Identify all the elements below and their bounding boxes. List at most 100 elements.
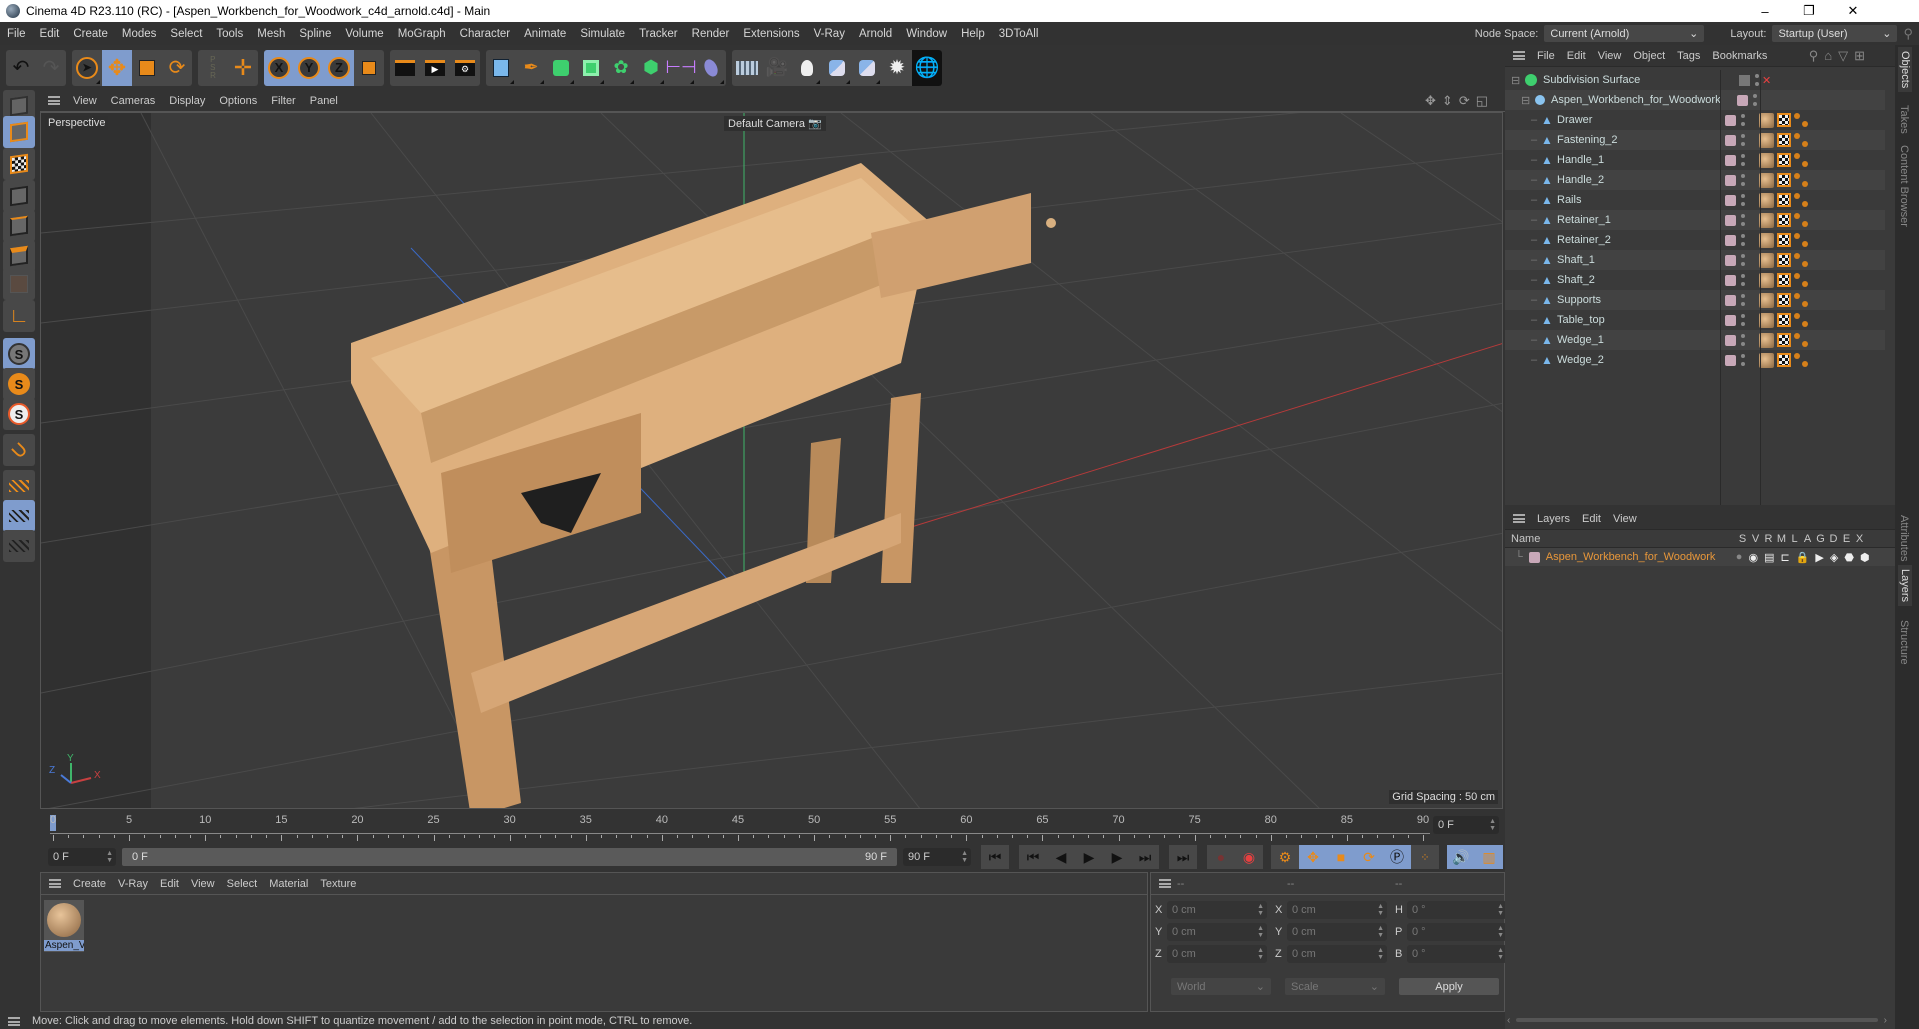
record-keys-icon[interactable]: ●: [1207, 845, 1235, 869]
visibility-dots-icon[interactable]: [1741, 154, 1745, 166]
material-tag-icon[interactable]: [1759, 212, 1774, 228]
menu-tracker[interactable]: Tracker: [632, 28, 685, 40]
uvw-tag-icon[interactable]: [1777, 213, 1791, 227]
orbit-icon[interactable]: ⟳: [1459, 93, 1470, 109]
spinner-icon[interactable]: ▲ ▼: [1497, 947, 1504, 961]
render-picture-viewer-icon[interactable]: ▶: [420, 50, 450, 86]
material-tag-icon[interactable]: [1759, 112, 1774, 128]
menu-extensions[interactable]: Extensions: [736, 28, 806, 40]
layer-row[interactable]: └ Aspen_Workbench_for_Woodwork ● ◉ ▤ ⊏ 🔒…: [1505, 548, 1895, 566]
material-tag-icon[interactable]: [1759, 312, 1774, 328]
python-alt-icon[interactable]: [852, 50, 882, 86]
tab-attributes[interactable]: Attributes: [1898, 515, 1910, 561]
uvw-tag-icon[interactable]: [1777, 153, 1791, 167]
tab-content-browser[interactable]: Content Browser: [1898, 145, 1910, 227]
layer-column-e[interactable]: E: [1840, 533, 1853, 545]
maximize-view-icon[interactable]: ◱: [1476, 93, 1488, 109]
texture-tag-icon[interactable]: [1794, 353, 1808, 367]
subdivision-icon[interactable]: [546, 50, 576, 86]
layer-menu-view[interactable]: View: [1607, 513, 1643, 525]
texture-tag-icon[interactable]: [1794, 193, 1808, 207]
spinner-icon[interactable]: ▲ ▼: [1377, 947, 1384, 961]
locked-workplane-icon[interactable]: [3, 500, 35, 532]
visibility-dots-icon[interactable]: [1741, 294, 1745, 306]
apply-button[interactable]: Apply: [1399, 978, 1499, 995]
visibility-dots-icon[interactable]: [1741, 314, 1745, 326]
visibility-dots-icon[interactable]: [1741, 354, 1745, 366]
camera-icon[interactable]: 🎥: [762, 50, 792, 86]
world-axis-icon[interactable]: ✛: [228, 50, 258, 86]
visibility-dots-icon[interactable]: [1741, 274, 1745, 286]
object-row-group[interactable]: ⊟ Aspen_Workbench_for_Woodwork: [1505, 90, 1885, 110]
layer-color-swatch[interactable]: [1725, 354, 1736, 366]
menu-create[interactable]: Create: [66, 28, 115, 40]
coord-type-dropdown[interactable]: Scale ⌄: [1285, 978, 1385, 995]
position-field[interactable]: 0 cm ▲ ▼: [1167, 923, 1267, 941]
viewport-menu-view[interactable]: View: [66, 95, 104, 107]
animation-play-icon[interactable]: ▶: [1815, 551, 1823, 564]
object-row-root[interactable]: ⊟ Subdivision Surface ✕: [1505, 70, 1885, 90]
lock-icon[interactable]: 🔒: [1796, 551, 1810, 564]
material-tag-icon[interactable]: [1759, 152, 1774, 168]
texture-tag-icon[interactable]: [1794, 153, 1808, 167]
position-field[interactable]: 0 cm ▲ ▼: [1167, 901, 1267, 919]
menu-animate[interactable]: Animate: [517, 28, 573, 40]
layer-color-swatch[interactable]: [1737, 94, 1748, 106]
visibility-dots-icon[interactable]: [1741, 214, 1745, 226]
layer-menu-layers[interactable]: Layers: [1531, 513, 1576, 525]
render-view-icon[interactable]: [390, 50, 420, 86]
lock-y-icon[interactable]: Y: [294, 49, 324, 86]
layer-column-x[interactable]: X: [1853, 533, 1866, 545]
film-icon[interactable]: ▥: [1475, 845, 1503, 869]
timeline-ruler[interactable]: 0 5 10 15 20 25 30 35 40 45 50 55 60 65 70 75 80 85 90 0 F…: [40, 810, 1505, 845]
object-menu-object[interactable]: Object: [1627, 50, 1671, 62]
light-icon[interactable]: [792, 50, 822, 86]
object-menu-tags[interactable]: Tags: [1671, 50, 1706, 62]
extrude-icon[interactable]: [576, 50, 606, 86]
spinner-icon[interactable]: ▲ ▼: [1257, 903, 1264, 917]
viewport-menu-panel[interactable]: Panel: [303, 95, 345, 107]
snap-settings-icon[interactable]: S: [3, 368, 35, 400]
coord-mode-dropdown[interactable]: World ⌄: [1171, 978, 1271, 995]
viewport-menu-options[interactable]: Options: [212, 95, 264, 107]
generators-icon[interactable]: ◈: [1830, 551, 1838, 564]
previous-key-icon[interactable]: ⏮: [1019, 845, 1047, 869]
object-row[interactable]: – ▲ Handle_2: [1505, 170, 1885, 190]
menu-v-ray[interactable]: V-Ray: [807, 28, 852, 40]
go-to-end-icon[interactable]: ⏭: [1169, 845, 1197, 869]
object-row[interactable]: – ▲ Rails: [1505, 190, 1885, 210]
uvw-tag-icon[interactable]: [1777, 353, 1791, 367]
editor-toggle-icon[interactable]: [1739, 74, 1750, 86]
hamburger-icon[interactable]: [49, 879, 61, 888]
texture-tag-icon[interactable]: [1794, 313, 1808, 327]
menu-edit[interactable]: Edit: [33, 28, 67, 40]
tab-layers[interactable]: Layers: [1898, 565, 1912, 607]
size-field[interactable]: 0 cm ▲ ▼: [1287, 923, 1387, 941]
menu-volume[interactable]: Volume: [338, 28, 390, 40]
material-tag-icon[interactable]: [1759, 352, 1774, 368]
visibility-dots-icon[interactable]: [1741, 134, 1745, 146]
layer-column-d[interactable]: D: [1827, 533, 1840, 545]
key-pla-icon[interactable]: ⁘: [1411, 845, 1439, 869]
object-row[interactable]: – ▲ Supports: [1505, 290, 1885, 310]
deformer-icon[interactable]: [696, 50, 726, 86]
layer-color-swatch[interactable]: [1725, 294, 1736, 306]
menu-spline[interactable]: Spline: [292, 28, 338, 40]
layer-column-s[interactable]: S: [1736, 533, 1749, 545]
material-swatch[interactable]: Aspen_V: [44, 900, 84, 952]
uvw-tag-icon[interactable]: [1777, 113, 1791, 127]
spinner-icon[interactable]: ▲ ▼: [1497, 925, 1504, 939]
edge-mode-icon[interactable]: [3, 210, 35, 242]
previous-frame-icon[interactable]: ◀: [1047, 845, 1075, 869]
zoom-icon[interactable]: ⇕: [1442, 93, 1453, 109]
render-settings-icon[interactable]: ⚙: [450, 50, 480, 86]
visibility-dots-icon[interactable]: [1741, 174, 1745, 186]
object-row[interactable]: – ▲ Shaft_1: [1505, 250, 1885, 270]
layer-menu-edit[interactable]: Edit: [1576, 513, 1607, 525]
layout-dropdown[interactable]: Startup (User) ⌄: [1772, 25, 1898, 42]
object-menu-bookmarks[interactable]: Bookmarks: [1706, 50, 1773, 62]
cube-icon[interactable]: [486, 50, 516, 86]
minimize-button[interactable]: –: [1743, 0, 1787, 22]
object-row[interactable]: – ▲ Retainer_2: [1505, 230, 1885, 250]
spinner-icon[interactable]: ▲ ▼: [961, 850, 968, 864]
